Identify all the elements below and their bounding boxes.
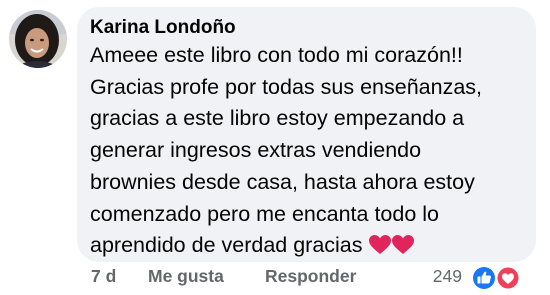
comment-bubble: Karina Londoño Ameee este libro con todo…: [77, 7, 536, 262]
comment-line: gracias a este libro estoy empezando a: [90, 106, 465, 131]
comment-line: Gracias profe por todas sus enseñanzas,: [90, 74, 482, 99]
avatar[interactable]: [9, 10, 67, 68]
comment-line: Ameee este libro con todo mi corazón!!: [90, 43, 463, 67]
reply-button[interactable]: Responder: [265, 266, 356, 287]
love-icon: [496, 266, 520, 290]
avatar-photo: [9, 10, 67, 68]
comment-line: brownies desde casa, hasta ahora estoy: [90, 169, 475, 194]
like-icon: [471, 265, 497, 291]
comment-actions: 7 d Me gusta Responder 249: [0, 266, 550, 290]
comment-author[interactable]: Karina Londoño: [90, 17, 236, 39]
reaction-icons[interactable]: [469, 264, 523, 292]
reaction-icons-graphic: [471, 265, 520, 291]
comment-line-last: aprendido de verdad gracias: [90, 230, 530, 262]
comment-line: comenzado pero me encanta todo lo: [90, 201, 440, 226]
comment-text: Ameee este libro con todo mi corazón!! G…: [90, 40, 530, 262]
like-button[interactable]: Me gusta: [148, 266, 224, 287]
comment-line: aprendido de verdad gracias: [90, 233, 363, 258]
reaction-count[interactable]: 249: [433, 266, 462, 287]
red-heart-icon: [368, 235, 414, 255]
comment-line: generar ingresos extras vendiendo: [90, 138, 422, 163]
comment-timestamp[interactable]: 7 d: [91, 266, 116, 287]
